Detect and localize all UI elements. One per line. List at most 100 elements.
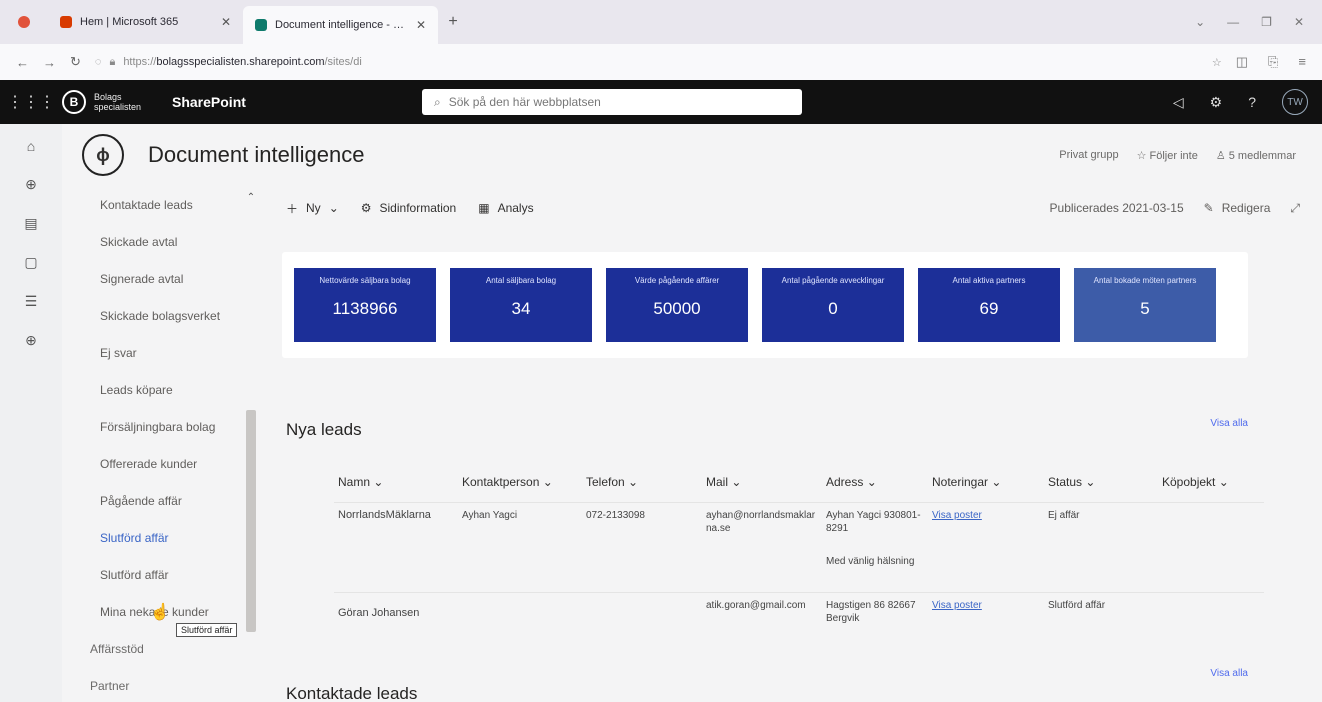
column-header-status[interactable]: Status ⌄ (1044, 470, 1158, 495)
table-row[interactable]: NorrlandsMäklarna Ayhan Yagci 072-213309… (334, 502, 1264, 592)
url-prefix: https:// (123, 56, 157, 68)
tab-close-icon[interactable]: ✕ (416, 18, 426, 32)
analytics-button[interactable]: ▦ Analys (478, 201, 533, 215)
hand-cursor-icon: ☝ (150, 604, 170, 621)
nav-group-partner[interactable]: Partner (62, 667, 258, 702)
forward-icon[interactable]: → (43, 55, 56, 70)
column-header-mail[interactable]: Mail ⌄ (702, 470, 822, 495)
org-logo[interactable]: B Bolags specialisten (62, 90, 172, 114)
nav-item-skickade-avtal[interactable]: Skickade avtal (62, 223, 258, 260)
nav-item-leads-kopare[interactable]: Leads köpare (62, 371, 258, 408)
see-all-link[interactable]: Visa alla (1210, 668, 1248, 679)
back-icon[interactable]: ← (16, 55, 29, 70)
home-icon[interactable]: ⌂ (27, 138, 35, 154)
kpi-label: Antal bokade möten partners (1093, 276, 1197, 285)
column-header-noteringar[interactable]: Noteringar ⌄ (928, 470, 1044, 495)
chevron-down-icon: ⌄ (731, 474, 742, 489)
kpi-value: 0 (828, 299, 838, 318)
chevron-up-icon[interactable]: ⌃ (244, 192, 258, 203)
url-host: bolagsspecialisten.sharepoint.com (156, 56, 325, 68)
nav-item-slutford-affar-2[interactable]: Slutförd affär (62, 556, 258, 593)
kpi-tile[interactable]: Värde pågående affärer 50000 (606, 268, 748, 342)
expand-icon[interactable]: ⤢ (1290, 201, 1300, 216)
extensions-icon[interactable]: ⎘ (1268, 54, 1278, 70)
visa-poster-link[interactable]: Visa poster (932, 600, 982, 611)
visa-poster-link[interactable]: Visa poster (932, 510, 982, 521)
nav-item-signerade-avtal[interactable]: Signerade avtal (62, 260, 258, 297)
globe-icon[interactable]: ⊕ (25, 176, 37, 193)
new-button[interactable]: ＋ Ny ⌄ (286, 200, 339, 217)
browser-tab-bar: Hem | Microsoft 365 ✕ Document intellige… (0, 0, 1322, 44)
chevron-down-icon: ⌄ (1218, 474, 1229, 489)
cell-notes: Visa poster (928, 503, 1044, 592)
follow-button[interactable]: ☆ Följer inte (1137, 149, 1198, 162)
lists-icon[interactable]: ☰ (25, 293, 38, 310)
help-icon[interactable]: ? (1248, 94, 1256, 110)
nav-item-kontaktade-leads[interactable]: Kontaktade leads (62, 186, 258, 223)
new-tab-button[interactable]: + (438, 0, 468, 44)
see-all-link[interactable]: Visa alla (1210, 418, 1248, 429)
nav-scrollbar[interactable]: ⌃ (244, 192, 258, 692)
page-info-button[interactable]: ⚙ Sidinformation (361, 201, 456, 215)
column-header-namn[interactable]: Namn ⌄ (334, 470, 458, 495)
nav-item-skickade-bolagsverket[interactable]: Skickade bolagsverket (62, 297, 258, 334)
kpi-tile[interactable]: Nettovärde säljbara bolag 1138966 (294, 268, 436, 342)
kpi-tile[interactable]: Antal bokade möten partners 5 (1074, 268, 1216, 342)
create-icon[interactable]: ⊕ (25, 332, 37, 349)
url-field[interactable]: ◌ 🔒︎ https://bolagsspecialisten.sharepoi… (95, 56, 1222, 69)
gear-icon[interactable]: ⚙ (1210, 94, 1223, 111)
column-header-adress[interactable]: Adress ⌄ (822, 470, 928, 495)
file-icon[interactable]: ▢ (24, 254, 37, 271)
url-path: /sites/di (324, 56, 362, 68)
page: ϕ Document intelligence Privat grupp ☆ F… (62, 124, 1322, 702)
minimize-icon[interactable]: — (1227, 15, 1239, 29)
scroll-thumb[interactable] (246, 410, 256, 632)
logo-text-2: specialisten (94, 102, 142, 112)
reload-icon[interactable]: ↻ (70, 54, 81, 70)
members-button[interactable]: ♙ 5 medlemmar (1216, 149, 1296, 162)
site-title[interactable]: Document intelligence (148, 142, 364, 168)
nav-item-slutford-affar[interactable]: Slutförd affär (62, 519, 258, 556)
table-row[interactable]: Göran Johansen atik.goran@gmail.com Hags… (334, 592, 1264, 648)
cell-contact: Ayhan Yagci (462, 510, 518, 521)
bookmark-star-icon[interactable]: ☆ (1212, 56, 1222, 69)
site-logo-icon[interactable]: ϕ (82, 134, 124, 176)
bolagsspecialisten-logo-icon: B (62, 90, 86, 114)
pocket-icon[interactable]: ◫ (1236, 54, 1248, 70)
person-icon: ♙ (1215, 149, 1229, 162)
cell-contact (458, 593, 582, 648)
chevron-down-icon[interactable]: ⌄ (1195, 15, 1205, 29)
avatar[interactable]: TW (1282, 89, 1308, 115)
tab-document-intelligence[interactable]: Document intelligence - Startsi ✕ (243, 6, 438, 44)
column-header-kopobjekt[interactable]: Köpobjekt ⌄ (1158, 470, 1264, 495)
close-window-icon[interactable]: ✕ (1294, 15, 1304, 29)
nav-item-pagaende-affar[interactable]: Pågående affär (62, 482, 258, 519)
cell-phone (582, 593, 702, 648)
kpi-tile[interactable]: Antal pågående avvecklingar 0 (762, 268, 904, 342)
search-placeholder: Sök på den här webbplatsen (448, 95, 601, 109)
sharepoint-title[interactable]: SharePoint (172, 94, 422, 110)
kpi-tile[interactable]: Antal aktiva partners 69 (918, 268, 1060, 342)
search-input[interactable]: ⌕ Sök på den här webbplatsen (422, 89, 802, 115)
tab-label: Hem | Microsoft 365 (80, 16, 179, 28)
column-header-telefon[interactable]: Telefon ⌄ (582, 470, 702, 495)
megaphone-icon[interactable]: ◁ (1173, 94, 1184, 111)
menu-icon[interactable]: ≡ (1298, 54, 1306, 70)
m365-favicon-icon (60, 16, 72, 28)
kpi-panel: Nettovärde säljbara bolag 1138966 Antal s… (282, 252, 1248, 358)
app-launcher-icon[interactable]: ⋮⋮⋮ (0, 92, 62, 112)
nav-item-ej-svar[interactable]: Ej svar (62, 334, 258, 371)
tab-close-icon[interactable]: ✕ (221, 15, 231, 29)
maximize-icon[interactable]: ❐ (1261, 15, 1272, 29)
tab-microsoft-365[interactable]: Hem | Microsoft 365 ✕ (48, 0, 243, 44)
chevron-down-icon: ⌄ (1085, 474, 1096, 489)
chevron-down-icon: ⌄ (328, 201, 339, 215)
kpi-tile[interactable]: Antal säljbara bolag 34 (450, 268, 592, 342)
nav-item-forsaljningbara-bolag[interactable]: Försäljningbara bolag (62, 408, 258, 445)
edit-button[interactable]: ✎ Redigera (1204, 201, 1271, 216)
news-icon[interactable]: ▤ (24, 215, 37, 232)
nav-item-offererade-kunder[interactable]: Offererade kunder (62, 445, 258, 482)
lock-icon: 🔒︎ (109, 55, 116, 68)
firefox-icon[interactable] (0, 0, 48, 44)
column-header-kontaktperson[interactable]: Kontaktperson ⌄ (458, 470, 582, 495)
